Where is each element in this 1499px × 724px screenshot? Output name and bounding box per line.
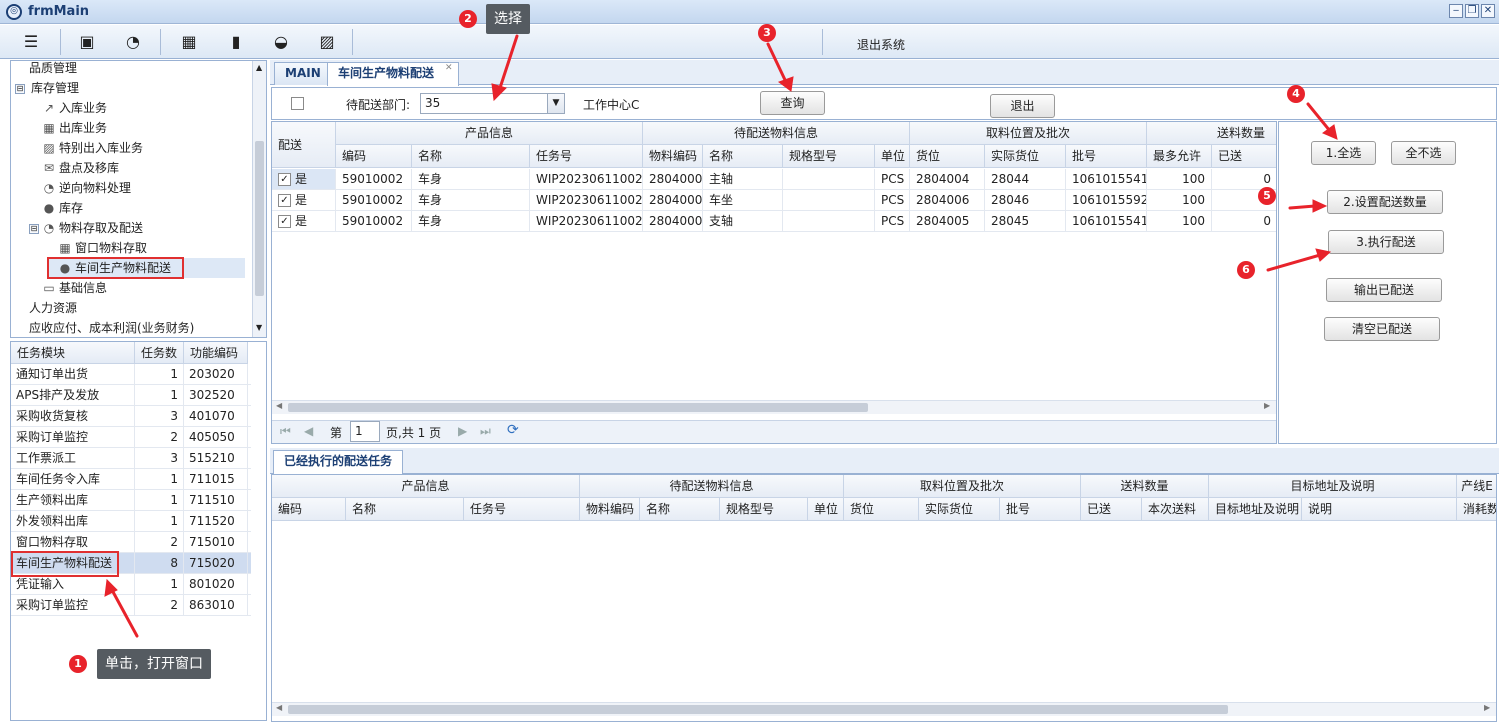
- annotation-arrow: [1266, 253, 1322, 272]
- annotation-arrow: [1288, 204, 1317, 210]
- annotation-arrow-head: [1315, 248, 1332, 262]
- annotation-arrow-head: [491, 83, 507, 102]
- annotation-arrow: [766, 42, 788, 84]
- annotation-arrow: [497, 34, 519, 93]
- annotation-arrow-head: [777, 76, 794, 92]
- annotation-arrows: [104, 34, 1338, 638]
- annotation-arrow: [110, 588, 139, 638]
- annotation-arrow: [1306, 102, 1332, 133]
- annotation-arrow-head: [1312, 199, 1328, 213]
